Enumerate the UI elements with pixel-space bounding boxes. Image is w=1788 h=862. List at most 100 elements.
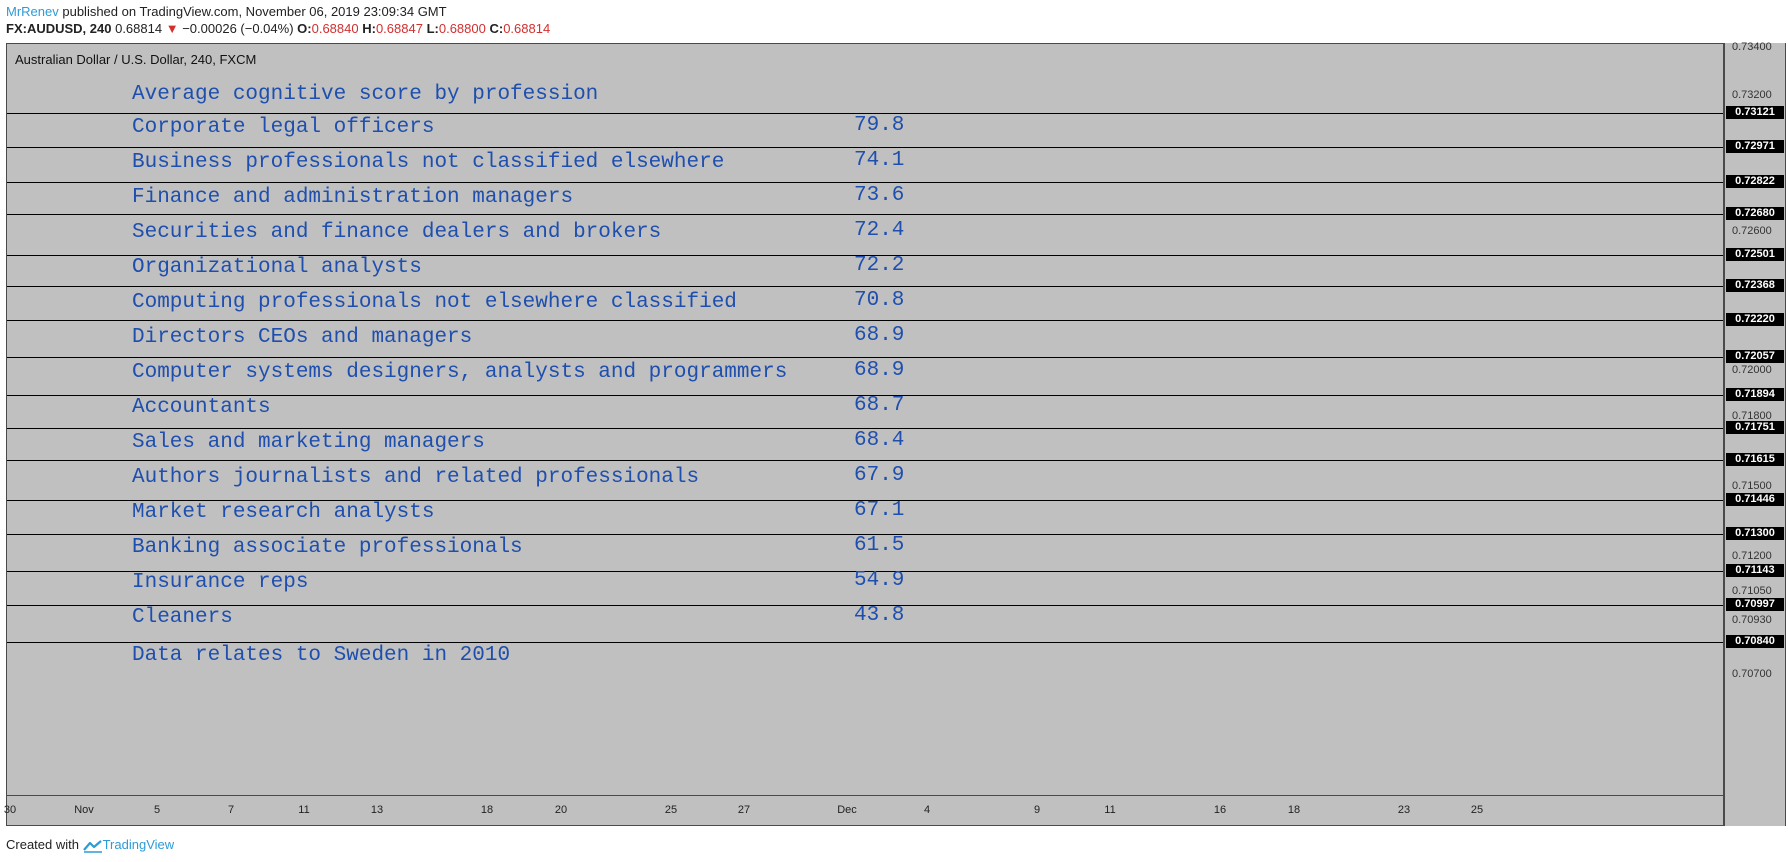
open-value: 0.68840 xyxy=(311,21,359,36)
publish-info: MrRenev published on TradingView.com, No… xyxy=(6,4,447,19)
high-value: 0.68847 xyxy=(375,21,423,36)
cognitive-score-value: 67.9 xyxy=(854,464,905,487)
profession-label: Accountants xyxy=(132,396,271,419)
cognitive-score-value: 70.8 xyxy=(854,289,905,312)
time-tick-label: 25 xyxy=(664,804,678,816)
cognitive-score-value: 67.1 xyxy=(854,499,905,522)
row-separator xyxy=(7,320,1723,321)
profession-label: Banking associate professionals xyxy=(132,536,523,559)
tradingview-logo-icon xyxy=(82,839,102,853)
table-title: Average cognitive score by profession xyxy=(132,83,599,106)
time-axis[interactable] xyxy=(6,796,1724,826)
time-tick-label: Dec xyxy=(837,804,857,816)
published-text: published on TradingView.com, November 0… xyxy=(58,4,447,19)
cognitive-score-value: 72.4 xyxy=(854,219,905,242)
price-level-tag: 0.72680 xyxy=(1726,207,1784,220)
price-change: −0.00026 (−0.04%) xyxy=(182,21,294,36)
time-tick-label: 18 xyxy=(1287,804,1301,816)
price-tick-label: 0.73400 xyxy=(1732,41,1772,53)
price-level-tag: 0.71143 xyxy=(1726,564,1784,577)
price-tick-label: 0.71050 xyxy=(1732,585,1772,597)
close-label: C: xyxy=(489,21,504,36)
symbol-quote-line: FX:AUDUSD, 240 0.68814 ▼ −0.00026 (−0.04… xyxy=(6,21,550,36)
price-level-tag: 0.70840 xyxy=(1726,635,1784,648)
profession-label: Computer systems designers, analysts and… xyxy=(132,361,788,384)
price-tick-label: 0.71500 xyxy=(1732,480,1772,492)
price-level-tag: 0.72501 xyxy=(1726,248,1784,261)
profession-label: Cleaners xyxy=(132,606,233,629)
row-separator xyxy=(7,214,1723,215)
row-separator xyxy=(7,460,1723,461)
profession-label: Sales and marketing managers xyxy=(132,431,485,454)
row-separator xyxy=(7,182,1723,183)
cognitive-score-value: 68.9 xyxy=(854,359,905,382)
time-tick-label: 11 xyxy=(1104,804,1116,816)
price-level-tag: 0.72368 xyxy=(1726,279,1784,292)
time-tick-label: 9 xyxy=(1033,804,1041,816)
price-tick-label: 0.70700 xyxy=(1732,668,1772,680)
time-tick-label: 5 xyxy=(153,804,161,816)
price-axis[interactable] xyxy=(1724,43,1786,826)
price-level-tag: 0.71300 xyxy=(1726,527,1784,540)
low-label: L: xyxy=(426,21,439,36)
cognitive-score-value: 68.7 xyxy=(854,394,905,417)
high-label: H: xyxy=(362,21,376,36)
time-tick-label: 23 xyxy=(1397,804,1411,816)
time-tick-label: 30 xyxy=(3,804,17,816)
profession-label: Finance and administration managers xyxy=(132,186,574,209)
down-arrow-icon: ▼ xyxy=(165,21,179,36)
cognitive-score-value: 79.8 xyxy=(854,114,905,137)
price-level-tag: 0.71615 xyxy=(1726,453,1784,466)
price-level-tag: 0.70997 xyxy=(1726,598,1784,611)
time-tick-label: 7 xyxy=(227,804,235,816)
price-tick-label: 0.71200 xyxy=(1732,550,1772,562)
time-tick-label: 27 xyxy=(737,804,751,816)
time-tick-label: 18 xyxy=(480,804,494,816)
price-level-tag: 0.71894 xyxy=(1726,388,1784,401)
tradingview-link[interactable]: TradingView xyxy=(103,837,175,852)
price-level-tag: 0.72822 xyxy=(1726,175,1784,188)
time-tick-label: 25 xyxy=(1470,804,1484,816)
profession-label: Organizational analysts xyxy=(132,256,422,279)
profession-label: Directors CEOs and managers xyxy=(132,326,473,349)
price-level-tag: 0.72057 xyxy=(1726,350,1784,363)
profession-label: Securities and finance dealers and broke… xyxy=(132,221,662,244)
time-tick-label: 11 xyxy=(298,804,310,816)
profession-label: Insurance reps xyxy=(132,571,309,594)
row-separator xyxy=(7,642,1723,643)
chart-pane[interactable]: Australian Dollar / U.S. Dollar, 240, FX… xyxy=(6,43,1724,796)
instrument-title: Australian Dollar / U.S. Dollar, 240, FX… xyxy=(15,52,257,67)
open-label: O: xyxy=(297,21,312,36)
profession-label: Authors journalists and related professi… xyxy=(132,466,700,489)
row-separator xyxy=(7,357,1723,358)
price-level-tag: 0.71446 xyxy=(1726,493,1784,506)
cognitive-score-value: 61.5 xyxy=(854,534,905,557)
cognitive-score-value: 54.9 xyxy=(854,569,905,592)
cognitive-score-value: 68.9 xyxy=(854,324,905,347)
profession-label: Computing professionals not elsewhere cl… xyxy=(132,291,737,314)
profession-label: Market research analysts xyxy=(132,501,435,524)
low-value: 0.68800 xyxy=(438,21,486,36)
time-tick-label: 4 xyxy=(923,804,931,816)
last-price: 0.68814 xyxy=(115,21,163,36)
symbol-label: FX:AUDUSD, 240 xyxy=(6,21,112,36)
time-tick-label: Nov xyxy=(74,804,94,816)
price-level-tag: 0.73121 xyxy=(1726,106,1784,119)
row-separator xyxy=(7,286,1723,287)
price-level-tag: 0.71751 xyxy=(1726,421,1784,434)
price-tick-label: 0.72000 xyxy=(1732,364,1772,376)
time-tick-label: 20 xyxy=(554,804,568,816)
price-tick-label: 0.70930 xyxy=(1732,614,1772,626)
price-level-tag: 0.72971 xyxy=(1726,140,1784,153)
author-link[interactable]: MrRenev xyxy=(6,4,59,19)
cognitive-score-value: 68.4 xyxy=(854,429,905,452)
time-tick-label: 13 xyxy=(370,804,384,816)
created-with: Created with TradingView xyxy=(6,837,174,853)
price-level-tag: 0.72220 xyxy=(1726,313,1784,326)
cognitive-score-value: 72.2 xyxy=(854,254,905,277)
cognitive-score-value: 74.1 xyxy=(854,149,905,172)
created-with-text: Created with xyxy=(6,837,83,852)
close-value: 0.68814 xyxy=(503,21,551,36)
profession-label: Business professionals not classified el… xyxy=(132,151,725,174)
cognitive-score-value: 43.8 xyxy=(854,604,905,627)
